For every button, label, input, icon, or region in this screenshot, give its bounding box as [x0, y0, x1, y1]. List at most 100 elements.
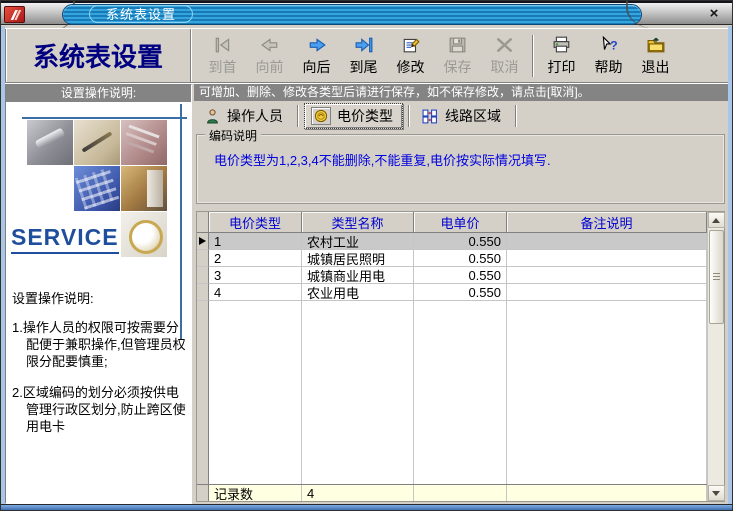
column-header[interactable]: 电单价	[414, 212, 507, 232]
row-selector-gutter	[197, 301, 209, 484]
help-button[interactable]: ? 帮助	[585, 31, 632, 81]
cell-price-type[interactable]: 2	[209, 250, 302, 267]
table-row[interactable]: 2 城镇居民照明 0.550	[197, 250, 707, 267]
row-selector[interactable]	[197, 267, 209, 284]
price-type-grid: 电价类型 类型名称 电单价 备注说明 1 农村工业 0.550	[196, 211, 725, 502]
cell-note[interactable]	[507, 267, 707, 284]
cell-price-type[interactable]: 1	[209, 233, 302, 250]
pocket-watch-photo-tile	[121, 212, 167, 257]
scroll-up-button[interactable]	[708, 212, 725, 228]
cancel-button[interactable]: 取消	[481, 31, 528, 81]
row-selector[interactable]	[197, 284, 209, 301]
window-frame-left	[1, 26, 5, 504]
leather-photo-tile	[121, 166, 167, 211]
help-cursor-icon: ?	[598, 35, 620, 55]
window-frame-bottom	[1, 504, 732, 510]
toolbar-label: 退出	[642, 57, 670, 77]
tab-label: 线路区域	[445, 106, 501, 126]
code-description-groupbox: 编码说明 电价类型为1,2,3,4不能删除,不能重复,电价按实际情况填写.	[196, 134, 725, 204]
tab-separator	[408, 105, 410, 127]
tab-price-types[interactable]: 电价类型	[304, 103, 403, 129]
toolbar-label: 取消	[491, 57, 519, 77]
sidebar-notes: 设置操作说明: 1.操作人员的权限可按需要分配便于兼职操作,但管理员权限分配要慎…	[6, 280, 191, 435]
cell-type-name[interactable]: 农业用电	[302, 284, 414, 301]
vertical-scrollbar[interactable]	[707, 212, 724, 501]
goto-last-button[interactable]: 到尾	[340, 31, 387, 81]
tab-operators[interactable]: 操作人员	[197, 104, 292, 128]
next-arrow-icon	[306, 35, 328, 55]
column-header[interactable]: 备注说明	[507, 212, 707, 232]
first-record-icon	[212, 35, 234, 55]
tab-label: 操作人员	[227, 106, 283, 126]
column-header[interactable]: 类型名称	[302, 212, 414, 232]
cell-unit-price[interactable]: 0.550	[414, 284, 507, 301]
record-count-row: 记录数 4	[197, 484, 707, 501]
pins-photo-tile	[121, 120, 167, 165]
stapler-photo-tile	[27, 120, 73, 165]
pen-photo-tile	[74, 120, 120, 165]
scroll-down-button[interactable]	[708, 485, 725, 501]
toolbar-label: 修改	[397, 57, 425, 77]
grid-columns: 电价类型 类型名称 电单价 备注说明 1 农村工业 0.550	[197, 212, 707, 501]
goto-first-button[interactable]: 到首	[199, 31, 246, 81]
app-logo-icon	[4, 6, 25, 23]
sidebar-content: SERVICE 设置操作说明: 1.操作人员的权限可按需要分配便于兼职操作,但管…	[6, 102, 191, 503]
titlebar: 系统表设置 ×	[1, 1, 732, 25]
tab-line-regions[interactable]: 线路区域	[415, 104, 510, 128]
previous-arrow-icon	[259, 35, 281, 55]
close-button[interactable]: ×	[705, 6, 723, 23]
cell-type-name[interactable]: 农村工业	[302, 233, 414, 250]
grid-header-row: 电价类型 类型名称 电单价 备注说明	[197, 212, 707, 233]
column-header[interactable]: 电价类型	[209, 212, 302, 232]
tab-separator	[297, 105, 299, 127]
grid-empty-area	[197, 301, 707, 484]
previous-button[interactable]: 向前	[246, 31, 293, 81]
print-button[interactable]: 打印	[538, 31, 585, 81]
window-title: 系统表设置	[89, 5, 193, 23]
exit-button[interactable]: 退出	[632, 31, 679, 81]
cell-unit-price[interactable]: 0.550	[414, 267, 507, 284]
modify-button[interactable]: 修改	[387, 31, 434, 81]
scrollbar-thumb[interactable]	[709, 230, 724, 324]
operator-person-icon	[203, 108, 221, 124]
next-button[interactable]: 向后	[293, 31, 340, 81]
cell-type-name[interactable]: 城镇居民照明	[302, 250, 414, 267]
toolbar-label: 帮助	[595, 57, 623, 77]
notes-title: 设置操作说明:	[12, 290, 186, 307]
cell-note[interactable]	[507, 250, 707, 267]
cell-price-type[interactable]: 3	[209, 267, 302, 284]
toolbar-label: 到首	[209, 57, 237, 77]
cell-price-type[interactable]: 4	[209, 284, 302, 301]
sidebar: 设置操作说明: SERVICE 设置操作说明: 1.操作人员的权限可按需要分配便…	[5, 84, 192, 504]
cell-note[interactable]	[507, 284, 707, 301]
last-record-icon	[353, 35, 375, 55]
selected-row-marker-icon	[199, 237, 206, 245]
cell-unit-price[interactable]: 0.550	[414, 233, 507, 250]
keyboard-photo-tile	[74, 166, 120, 211]
record-count-value: 4	[302, 485, 414, 501]
service-wordmark: SERVICE	[11, 224, 119, 254]
cell-type-name[interactable]: 城镇商业用电	[302, 267, 414, 284]
groupbox-legend: 编码说明	[205, 127, 261, 144]
window-frame-right	[728, 26, 732, 504]
table-row[interactable]: 3 城镇商业用电 0.550	[197, 267, 707, 284]
app-window: 系统表设置 × 系统表设置 到首 向前 向后	[0, 0, 733, 511]
edit-document-icon	[400, 35, 422, 55]
cell-note[interactable]	[507, 233, 707, 250]
region-pages-icon	[421, 108, 439, 124]
table-row[interactable]: 1 农村工业 0.550	[197, 233, 707, 250]
row-selector[interactable]	[197, 233, 209, 250]
notice-banner: 可增加、删除、修改各类型后请进行保存，如不保存修改，请点击[取消]。	[194, 84, 728, 101]
scroll-down-icon	[712, 491, 720, 496]
main-panel: 可增加、删除、修改各类型后请进行保存，如不保存修改，请点击[取消]。 操作人员 …	[194, 84, 728, 504]
window-body: 设置操作说明: SERVICE 设置操作说明: 1.操作人员的权限可按需要分配便…	[5, 84, 728, 504]
table-row[interactable]: 4 农业用电 0.550	[197, 284, 707, 301]
row-selector[interactable]	[197, 250, 209, 267]
page-title: 系统表设置	[5, 29, 191, 82]
save-button[interactable]: 保存	[434, 31, 481, 81]
cell-unit-price[interactable]: 0.550	[414, 250, 507, 267]
toolbar-separator	[532, 35, 534, 77]
toolbar-label: 向后	[303, 57, 331, 77]
toolbar-label: 打印	[548, 57, 576, 77]
cancel-x-icon	[494, 35, 516, 55]
